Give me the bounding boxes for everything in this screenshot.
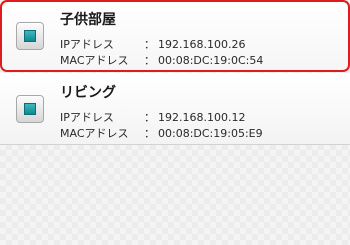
ip-address-value: 192.168.100.26 — [158, 38, 246, 51]
mac-address-line: MACアドレス ： 00:08:DC:19:0C:54 — [60, 52, 263, 68]
ip-address-value: 192.168.100.12 — [158, 111, 246, 124]
separator: ： — [144, 54, 155, 67]
ip-address-label: IPアドレス — [60, 38, 114, 51]
separator: ： — [144, 111, 155, 124]
separator: ： — [144, 38, 155, 51]
mac-address-label: MACアドレス — [60, 54, 129, 67]
mac-address-label: MACアドレス — [60, 127, 129, 140]
mac-address-value: 00:08:DC:19:0C:54 — [158, 54, 264, 67]
device-row-kids-room[interactable]: 子供部屋 IPアドレス ： 192.168.100.26 MACアドレス ： 00:08… — [0, 0, 350, 72]
computer-icon — [16, 95, 44, 123]
device-name: リビング — [60, 85, 116, 101]
ip-address-line: IPアドレス ： 192.168.100.26 — [60, 36, 245, 52]
ip-address-label: IPアドレス — [60, 111, 114, 124]
ip-address-line: IPアドレス ： 192.168.100.12 — [60, 109, 245, 125]
separator: ： — [144, 127, 155, 140]
device-row-living-room[interactable]: リビング IPアドレス ： 192.168.100.12 MACアドレス ： 00:08… — [0, 73, 350, 145]
device-name: 子供部屋 — [60, 12, 116, 28]
mac-address-line: MACアドレス ： 00:08:DC:19:05:E9 — [60, 125, 263, 141]
mac-address-value: 00:08:DC:19:05:E9 — [158, 127, 263, 140]
computer-icon — [16, 22, 44, 50]
